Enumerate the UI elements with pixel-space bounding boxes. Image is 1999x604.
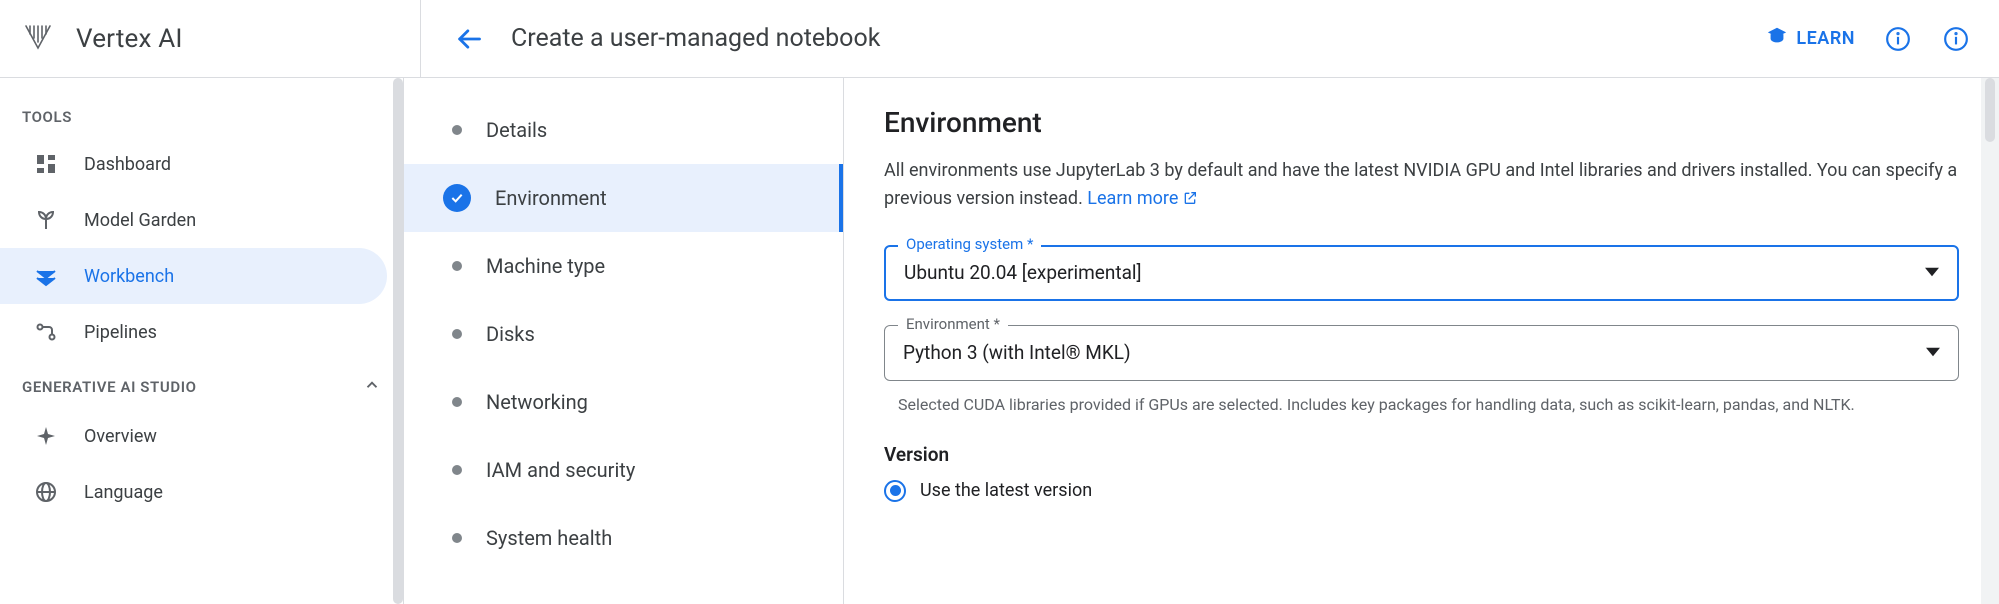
nav-label: Model Garden xyxy=(84,210,196,231)
form-panel: Environment All environments use Jupyter… xyxy=(844,78,1999,604)
step-check-icon xyxy=(443,184,471,212)
dashboard-icon xyxy=(34,152,58,176)
step-iam-security[interactable]: IAM and security xyxy=(404,436,843,504)
nav-label: Dashboard xyxy=(84,154,171,175)
vertex-ai-logo-icon xyxy=(22,20,54,57)
nav-label: Pipelines xyxy=(84,322,157,343)
caret-down-icon xyxy=(1925,261,1939,284)
step-label: IAM and security xyxy=(486,458,635,482)
info-button-1[interactable] xyxy=(1883,24,1913,54)
os-select[interactable]: Ubuntu 20.04 [experimental] xyxy=(884,245,1959,301)
os-field-label: Operating system * xyxy=(898,235,1041,253)
env-value: Python 3 (with Intel® MKL) xyxy=(903,341,1131,364)
nav-item-overview[interactable]: Overview xyxy=(0,408,387,464)
step-label: Details xyxy=(486,118,547,142)
info-button-2[interactable] xyxy=(1941,24,1971,54)
step-networking[interactable]: Networking xyxy=(404,368,843,436)
step-disks[interactable]: Disks xyxy=(404,300,843,368)
learn-button[interactable]: LEARN xyxy=(1766,25,1855,52)
external-link-icon xyxy=(1182,187,1198,215)
step-dot-icon xyxy=(452,329,462,339)
scrollbar-track[interactable] xyxy=(1981,78,1999,604)
workbench-icon xyxy=(34,264,58,288)
left-nav: TOOLS Dashboard Model Garden Workbench xyxy=(0,78,404,604)
topbar-left: Vertex AI xyxy=(0,0,420,77)
step-dot-icon xyxy=(452,261,462,271)
os-value: Ubuntu 20.04 [experimental] xyxy=(904,261,1142,284)
step-label: Networking xyxy=(486,390,588,414)
step-dot-icon xyxy=(452,533,462,543)
nav-item-language[interactable]: Language xyxy=(0,464,387,520)
nav-label: Language xyxy=(84,482,163,503)
product-name: Vertex AI xyxy=(76,24,183,54)
step-label: Machine type xyxy=(486,254,605,278)
step-label: Environment xyxy=(495,186,607,210)
env-helper-text: Selected CUDA libraries provided if GPUs… xyxy=(898,393,1959,417)
back-button[interactable] xyxy=(455,25,483,53)
os-field: Operating system * Ubuntu 20.04 [experim… xyxy=(884,245,1959,301)
topbar-right: Create a user-managed notebook LEARN xyxy=(420,0,1999,77)
step-label: System health xyxy=(486,526,612,550)
section-description: All environments use JupyterLab 3 by def… xyxy=(884,157,1959,215)
nav-item-workbench[interactable]: Workbench xyxy=(0,248,387,304)
step-machine-type[interactable]: Machine type xyxy=(404,232,843,300)
radio-label: Use the latest version xyxy=(920,480,1092,501)
nav-section-gen-ai-studio[interactable]: GENERATIVE AI STUDIO xyxy=(0,360,403,408)
step-label: Disks xyxy=(486,322,535,346)
stepper: Details Environment Machine type Disks N… xyxy=(404,78,844,604)
topbar: Vertex AI Create a user-managed notebook… xyxy=(0,0,1999,78)
nav-section-label: GENERATIVE AI STUDIO xyxy=(22,378,197,396)
version-radio-latest[interactable]: Use the latest version xyxy=(884,480,1959,502)
version-heading: Version xyxy=(884,443,1959,466)
env-select[interactable]: Python 3 (with Intel® MKL) xyxy=(884,325,1959,381)
radio-selected-icon xyxy=(884,480,906,502)
step-dot-icon xyxy=(452,397,462,407)
nav-item-dashboard[interactable]: Dashboard xyxy=(0,136,387,192)
caret-down-icon xyxy=(1926,341,1940,364)
step-dot-icon xyxy=(452,465,462,475)
step-dot-icon xyxy=(452,125,462,135)
nav-item-model-garden[interactable]: Model Garden xyxy=(0,192,387,248)
env-field-label: Environment * xyxy=(898,315,1008,333)
page-title: Create a user-managed notebook xyxy=(511,24,1738,53)
sprout-icon xyxy=(34,208,58,232)
sparkle-icon xyxy=(34,424,58,448)
graduation-cap-icon xyxy=(1766,25,1788,52)
learn-more-link[interactable]: Learn more xyxy=(1087,188,1198,209)
chevron-up-icon xyxy=(363,376,381,398)
section-heading: Environment xyxy=(884,106,1959,139)
step-system-health[interactable]: System health xyxy=(404,504,843,572)
globe-icon xyxy=(34,480,58,504)
learn-label: LEARN xyxy=(1796,28,1855,49)
nav-section-tools: TOOLS xyxy=(0,92,403,136)
step-environment[interactable]: Environment xyxy=(404,164,843,232)
step-details[interactable]: Details xyxy=(404,96,843,164)
nav-label: Overview xyxy=(84,426,157,447)
pipelines-icon xyxy=(34,320,58,344)
nav-item-pipelines[interactable]: Pipelines xyxy=(0,304,387,360)
env-field: Environment * Python 3 (with Intel® MKL) xyxy=(884,325,1959,381)
nav-label: Workbench xyxy=(84,266,174,287)
